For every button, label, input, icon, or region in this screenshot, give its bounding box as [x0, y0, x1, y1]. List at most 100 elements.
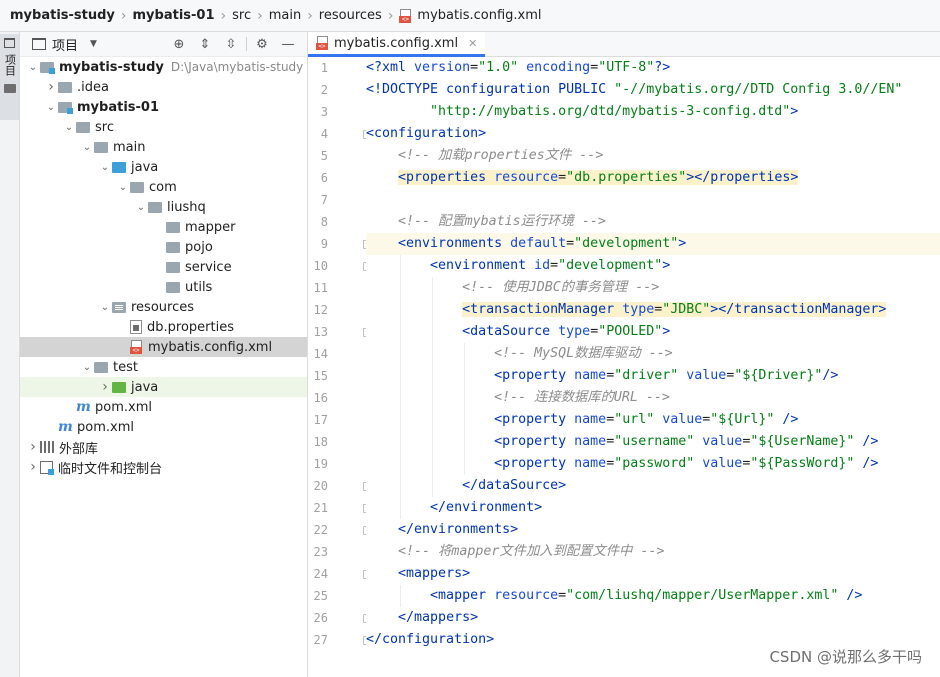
line-number-text: 24: [313, 567, 328, 581]
code-line: </environment>: [366, 497, 940, 519]
code-editor[interactable]: <?xml version="1.0" encoding="UTF-8"?> <!…: [366, 57, 940, 677]
tree-item[interactable]: db.properties: [20, 317, 307, 337]
line-number-text: 12: [313, 303, 328, 317]
tree-item[interactable]: ⌄ com: [20, 177, 307, 197]
tree-item-label: main: [113, 139, 146, 155]
tree-item[interactable]: › .idea: [20, 77, 307, 97]
tree-item[interactable]: ⌄ main: [20, 137, 307, 157]
project-view-selector[interactable]: 项目: [52, 35, 78, 54]
code-token: =: [590, 324, 599, 339]
tree-item[interactable]: ⌄ mybatis-01: [20, 97, 307, 117]
tree-item-label: java: [131, 159, 159, 175]
code-line: <environments default="development">: [366, 233, 940, 255]
tree-item[interactable]: service: [20, 257, 307, 277]
line-number: 11: [308, 277, 366, 299]
tree-item[interactable]: m pom.xml: [20, 397, 307, 417]
chevron-right-icon[interactable]: ›: [26, 439, 40, 455]
editor-gutter: 1 2 3 4 5 6 7 8 9 10 11 12 13 14 15 16 17 18 19 20 21 22 23 24 2…: [308, 57, 391, 677]
indent-guide: [432, 277, 433, 299]
chevron-right-icon[interactable]: ›: [26, 459, 40, 475]
close-icon[interactable]: ✕: [468, 37, 477, 50]
code-line: <properties resource="db.properties"></p…: [366, 167, 940, 189]
code-line: <!-- 连接数据库的URL -->: [366, 387, 940, 409]
code-token: "url": [614, 412, 655, 427]
editor-tab-bar: <> mybatis.config.xml ✕: [308, 32, 940, 57]
indent-guide: [464, 387, 465, 409]
tab-mybatis-config[interactable]: <> mybatis.config.xml ✕: [308, 32, 486, 57]
chevron-down-icon[interactable]: ⌄: [98, 162, 112, 173]
tree-item[interactable]: ⌄ resources: [20, 297, 307, 317]
tree-item[interactable]: pojo: [20, 237, 307, 257]
minimize-icon[interactable]: —: [275, 37, 301, 52]
breadcrumb-label: mybatis-study: [10, 8, 115, 23]
tree-item-label: java: [131, 379, 159, 395]
tree-item[interactable]: m pom.xml: [20, 417, 307, 437]
collapse-all-icon[interactable]: ⇳: [218, 37, 244, 52]
chevron-down-icon[interactable]: ⌄: [98, 302, 112, 313]
breadcrumb-item[interactable]: <> mybatis.config.xml: [399, 8, 542, 23]
chevron-down-icon[interactable]: ▼: [90, 39, 97, 49]
tree-item[interactable]: ⌄ mybatis-study D:\Java\mybatis-study: [20, 57, 307, 77]
breadcrumb-item[interactable]: mybatis-study: [10, 8, 115, 23]
gear-icon[interactable]: ⚙: [249, 37, 275, 52]
tree-item-label: mybatis-study: [59, 59, 164, 75]
tree-item[interactable]: ⌄ liushq: [20, 197, 307, 217]
tree-item[interactable]: <> mybatis.config.xml: [20, 337, 307, 357]
properties-file-icon: [130, 320, 142, 334]
breadcrumb-separator-icon: ›: [220, 7, 227, 24]
chevron-right-icon[interactable]: ›: [44, 79, 58, 95]
code-token: value: [678, 368, 727, 383]
tree-item-label: db.properties: [147, 319, 234, 335]
line-number: 27: [308, 629, 371, 651]
tree-item-label: mapper: [185, 219, 236, 235]
tree-item[interactable]: › 临时文件和控制台: [20, 457, 307, 477]
chevron-right-icon[interactable]: ›: [98, 379, 112, 395]
breadcrumb-item[interactable]: src: [232, 8, 251, 23]
chevron-down-icon[interactable]: ⌄: [26, 62, 40, 73]
line-number: 21: [308, 497, 371, 519]
chevron-down-icon[interactable]: ⌄: [62, 122, 76, 133]
expand-all-icon[interactable]: ⇕: [192, 37, 218, 52]
indent-guide: [432, 453, 433, 475]
chevron-down-icon[interactable]: ⌄: [44, 102, 58, 113]
project-tool-tab-label: 项目: [3, 54, 17, 76]
tree-item[interactable]: mapper: [20, 217, 307, 237]
crosshair-icon[interactable]: ⊕: [166, 37, 192, 52]
project-tool-tab[interactable]: 项目: [0, 34, 19, 120]
code-token: "1.0": [478, 60, 519, 75]
chevron-down-icon[interactable]: ⌄: [134, 202, 148, 213]
line-number: 26: [308, 607, 371, 629]
watermark: CSDN @说那么多干吗: [769, 648, 922, 666]
breadcrumb-separator-icon: ›: [257, 7, 263, 24]
tree-item[interactable]: ⌄ src: [20, 117, 307, 137]
indent-guide: [400, 365, 401, 387]
chevron-down-icon[interactable]: ⌄: [116, 182, 130, 193]
chevron-down-icon[interactable]: ⌄: [80, 142, 94, 153]
tree-item[interactable]: › 外部库: [20, 437, 307, 457]
breadcrumb-label: resources: [318, 8, 382, 23]
maven-icon: m: [76, 399, 91, 415]
code-token: <transactionManager: [462, 302, 623, 317]
breadcrumb-item[interactable]: resources: [319, 8, 382, 23]
code-token: />: [774, 412, 799, 427]
tree-item[interactable]: ⌄ java: [20, 157, 307, 177]
divider: [246, 37, 247, 51]
code-token: "UTF-8": [598, 60, 655, 75]
indent-guide: [400, 321, 401, 343]
code-token: =: [606, 368, 615, 383]
code-token: id: [534, 258, 551, 273]
tree-item[interactable]: utils: [20, 277, 307, 297]
breadcrumb-item[interactable]: mybatis-01: [133, 8, 215, 23]
code-token: <!DOCTYPE configuration PUBLIC: [366, 82, 615, 97]
breadcrumb-item[interactable]: main: [269, 8, 301, 23]
indent-guide: [464, 409, 465, 431]
line-number: 9: [308, 233, 391, 255]
code-token: resource: [494, 588, 559, 603]
chevron-down-icon[interactable]: ⌄: [80, 362, 94, 373]
tree-item[interactable]: ⌄ test: [20, 357, 307, 377]
code-token: >: [678, 236, 687, 251]
tree-item[interactable]: › java: [20, 377, 307, 397]
code-token: "${Driver}": [734, 368, 823, 383]
code-token: <property: [494, 456, 575, 471]
indent-guide: [400, 409, 401, 431]
